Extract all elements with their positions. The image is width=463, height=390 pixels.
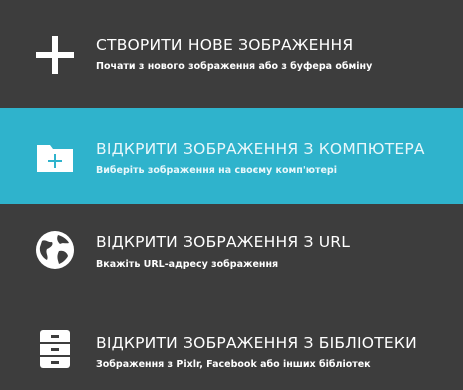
create-new-image-subtitle: Почати з нового зображення або з буфера …: [96, 61, 373, 72]
open-from-url-button[interactable]: ВІДКРИТИ ЗОБРАЖЕННЯ З URL Вкажіть URL-ад…: [0, 204, 463, 296]
create-new-image-button[interactable]: СТВОРИТИ НОВЕ ЗОБРАЖЕННЯ Почати з нового…: [0, 0, 463, 108]
open-from-url-title: ВІДКРИТИ ЗОБРАЖЕННЯ З URL: [96, 233, 351, 251]
open-image-menu: СТВОРИТИ НОВЕ ЗОБРАЖЕННЯ Почати з нового…: [0, 0, 463, 390]
open-from-library-button[interactable]: ВІДКРИТИ ЗОБРАЖЕННЯ З БІБЛІОТЕКИ Зображе…: [0, 296, 463, 390]
folder-icon: [34, 136, 76, 178]
open-from-computer-button[interactable]: ВІДКРИТИ ЗОБРАЖЕННЯ З КОМПЮТЕРА Виберіть…: [0, 108, 463, 204]
open-from-computer-subtitle: Виберіть зображення на своєму комп'ютері: [96, 165, 337, 176]
open-from-computer-title: ВІДКРИТИ ЗОБРАЖЕННЯ З КОМПЮТЕРА: [96, 140, 425, 158]
create-new-image-title: СТВОРИТИ НОВЕ ЗОБРАЖЕННЯ: [96, 36, 354, 54]
globe-icon: [34, 229, 76, 271]
open-from-library-subtitle: Зображення з Pixlr, Facebook або інших б…: [96, 359, 371, 370]
open-from-library-title: ВІДКРИТИ ЗОБРАЖЕННЯ З БІБЛІОТЕКИ: [96, 334, 417, 352]
plus-icon: [34, 34, 76, 76]
open-from-url-subtitle: Вкажіть URL-адресу зображення: [96, 259, 279, 270]
library-icon: [34, 328, 76, 370]
